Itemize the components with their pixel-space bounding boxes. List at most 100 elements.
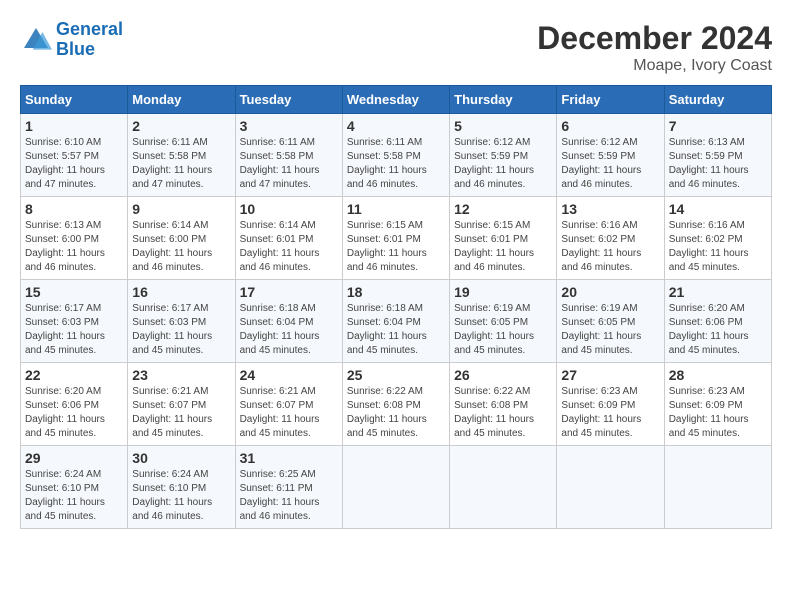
calendar-day-cell <box>342 446 449 529</box>
day-number: 4 <box>347 118 445 134</box>
day-info: Sunrise: 6:12 AM Sunset: 5:59 PM Dayligh… <box>561 136 659 192</box>
day-info: Sunrise: 6:20 AM Sunset: 6:06 PM Dayligh… <box>669 302 767 358</box>
day-info: Sunrise: 6:15 AM Sunset: 6:01 PM Dayligh… <box>347 219 445 275</box>
day-number: 6 <box>561 118 659 134</box>
calendar-day-cell: 14Sunrise: 6:16 AM Sunset: 6:02 PM Dayli… <box>664 197 771 280</box>
day-info: Sunrise: 6:19 AM Sunset: 6:05 PM Dayligh… <box>561 302 659 358</box>
day-number: 28 <box>669 367 767 383</box>
calendar-day-cell: 18Sunrise: 6:18 AM Sunset: 6:04 PM Dayli… <box>342 280 449 363</box>
day-number: 25 <box>347 367 445 383</box>
calendar-week-row: 29 Sunrise: 6:24 AM Sunset: 6:10 PM Dayli… <box>21 446 772 529</box>
day-info: Sunrise: 6:17 AM Sunset: 6:03 PM Dayligh… <box>25 302 123 358</box>
day-number: 10 <box>240 201 338 217</box>
calendar-day-cell: 10 Sunrise: 6:14 AM Sunset: 6:01 PM Dayli… <box>235 197 342 280</box>
day-number: 5 <box>454 118 552 134</box>
day-number: 17 <box>240 284 338 300</box>
calendar-day-cell: 30 Sunrise: 6:24 AM Sunset: 6:10 PM Dayli… <box>128 446 235 529</box>
day-info: Sunrise: 6:20 AM Sunset: 6:06 PM Dayligh… <box>25 385 123 441</box>
calendar-weekday-header: Sunday <box>21 86 128 114</box>
day-number: 22 <box>25 367 123 383</box>
day-info: Sunrise: 6:23 AM Sunset: 6:09 PM Dayligh… <box>561 385 659 441</box>
title-area: December 2024 Moape, Ivory Coast <box>537 20 772 75</box>
day-number: 3 <box>240 118 338 134</box>
day-number: 23 <box>132 367 230 383</box>
logo-text: General Blue <box>56 20 123 60</box>
day-info: Sunrise: 6:21 AM Sunset: 6:07 PM Dayligh… <box>132 385 230 441</box>
day-number: 24 <box>240 367 338 383</box>
calendar-day-cell: 31Sunrise: 6:25 AM Sunset: 6:11 PM Dayli… <box>235 446 342 529</box>
day-number: 2 <box>132 118 230 134</box>
header: General Blue December 2024 Moape, Ivory … <box>20 20 772 75</box>
calendar-day-cell: 3 Sunrise: 6:11 AM Sunset: 5:58 PM Daylig… <box>235 114 342 197</box>
day-info: Sunrise: 6:12 AM Sunset: 5:59 PM Dayligh… <box>454 136 552 192</box>
logo: General Blue <box>20 20 123 60</box>
day-number: 30 <box>132 450 230 466</box>
calendar-day-cell: 5 Sunrise: 6:12 AM Sunset: 5:59 PM Daylig… <box>450 114 557 197</box>
calendar-day-cell: 25 Sunrise: 6:22 AM Sunset: 6:08 PM Dayli… <box>342 363 449 446</box>
day-number: 21 <box>669 284 767 300</box>
calendar-day-cell: 20 Sunrise: 6:19 AM Sunset: 6:05 PM Dayli… <box>557 280 664 363</box>
calendar-week-row: 22 Sunrise: 6:20 AM Sunset: 6:06 PM Dayli… <box>21 363 772 446</box>
calendar-day-cell: 6 Sunrise: 6:12 AM Sunset: 5:59 PM Daylig… <box>557 114 664 197</box>
calendar-week-row: 15 Sunrise: 6:17 AM Sunset: 6:03 PM Dayli… <box>21 280 772 363</box>
day-number: 29 <box>25 450 123 466</box>
day-number: 13 <box>561 201 659 217</box>
day-info: Sunrise: 6:25 AM Sunset: 6:11 PM Dayligh… <box>240 468 338 524</box>
day-number: 14 <box>669 201 767 217</box>
calendar-day-cell: 21 Sunrise: 6:20 AM Sunset: 6:06 PM Dayli… <box>664 280 771 363</box>
day-info: Sunrise: 6:16 AM Sunset: 6:02 PM Dayligh… <box>561 219 659 275</box>
day-number: 12 <box>454 201 552 217</box>
logo-icon <box>20 24 52 56</box>
calendar-day-cell <box>557 446 664 529</box>
page-subtitle: Moape, Ivory Coast <box>537 57 772 75</box>
calendar-day-cell: 9 Sunrise: 6:14 AM Sunset: 6:00 PM Daylig… <box>128 197 235 280</box>
day-number: 9 <box>132 201 230 217</box>
day-number: 26 <box>454 367 552 383</box>
day-info: Sunrise: 6:22 AM Sunset: 6:08 PM Dayligh… <box>454 385 552 441</box>
calendar-day-cell: 2 Sunrise: 6:11 AM Sunset: 5:58 PM Daylig… <box>128 114 235 197</box>
calendar-weekday-header: Tuesday <box>235 86 342 114</box>
calendar-day-cell: 12 Sunrise: 6:15 AM Sunset: 6:01 PM Dayli… <box>450 197 557 280</box>
day-info: Sunrise: 6:14 AM Sunset: 6:00 PM Dayligh… <box>132 219 230 275</box>
calendar-week-row: 8Sunrise: 6:13 AM Sunset: 6:00 PM Daylig… <box>21 197 772 280</box>
day-number: 15 <box>25 284 123 300</box>
calendar-day-cell: 16Sunrise: 6:17 AM Sunset: 6:03 PM Dayli… <box>128 280 235 363</box>
day-info: Sunrise: 6:22 AM Sunset: 6:08 PM Dayligh… <box>347 385 445 441</box>
calendar-day-cell: 24Sunrise: 6:21 AM Sunset: 6:07 PM Dayli… <box>235 363 342 446</box>
day-info: Sunrise: 6:11 AM Sunset: 5:58 PM Dayligh… <box>347 136 445 192</box>
calendar-day-cell: 26 Sunrise: 6:22 AM Sunset: 6:08 PM Dayli… <box>450 363 557 446</box>
day-info: Sunrise: 6:11 AM Sunset: 5:58 PM Dayligh… <box>132 136 230 192</box>
day-number: 11 <box>347 201 445 217</box>
day-info: Sunrise: 6:14 AM Sunset: 6:01 PM Dayligh… <box>240 219 338 275</box>
calendar-day-cell: 17 Sunrise: 6:18 AM Sunset: 6:04 PM Dayli… <box>235 280 342 363</box>
calendar-weekday-header: Friday <box>557 86 664 114</box>
day-number: 20 <box>561 284 659 300</box>
calendar-day-cell: 4 Sunrise: 6:11 AM Sunset: 5:58 PM Daylig… <box>342 114 449 197</box>
day-info: Sunrise: 6:15 AM Sunset: 6:01 PM Dayligh… <box>454 219 552 275</box>
calendar-day-cell: 7 Sunrise: 6:13 AM Sunset: 5:59 PM Daylig… <box>664 114 771 197</box>
calendar-day-cell: 11 Sunrise: 6:15 AM Sunset: 6:01 PM Dayli… <box>342 197 449 280</box>
calendar-weekday-header: Thursday <box>450 86 557 114</box>
day-info: Sunrise: 6:11 AM Sunset: 5:58 PM Dayligh… <box>240 136 338 192</box>
calendar-weekday-header: Wednesday <box>342 86 449 114</box>
day-number: 1 <box>25 118 123 134</box>
day-number: 7 <box>669 118 767 134</box>
day-info: Sunrise: 6:18 AM Sunset: 6:04 PM Dayligh… <box>240 302 338 358</box>
day-number: 27 <box>561 367 659 383</box>
page-title: December 2024 <box>537 20 772 57</box>
day-info: Sunrise: 6:24 AM Sunset: 6:10 PM Dayligh… <box>132 468 230 524</box>
day-info: Sunrise: 6:17 AM Sunset: 6:03 PM Dayligh… <box>132 302 230 358</box>
logo-line2: Blue <box>56 40 123 60</box>
calendar-week-row: 1 Sunrise: 6:10 AM Sunset: 5:57 PM Daylig… <box>21 114 772 197</box>
day-info: Sunrise: 6:19 AM Sunset: 6:05 PM Dayligh… <box>454 302 552 358</box>
calendar-body: 1 Sunrise: 6:10 AM Sunset: 5:57 PM Daylig… <box>21 114 772 529</box>
calendar-day-cell: 8Sunrise: 6:13 AM Sunset: 6:00 PM Daylig… <box>21 197 128 280</box>
day-info: Sunrise: 6:13 AM Sunset: 5:59 PM Dayligh… <box>669 136 767 192</box>
day-info: Sunrise: 6:23 AM Sunset: 6:09 PM Dayligh… <box>669 385 767 441</box>
calendar-day-cell: 22 Sunrise: 6:20 AM Sunset: 6:06 PM Dayli… <box>21 363 128 446</box>
calendar-header-row: SundayMondayTuesdayWednesdayThursdayFrid… <box>21 86 772 114</box>
calendar-table: SundayMondayTuesdayWednesdayThursdayFrid… <box>20 85 772 529</box>
day-number: 8 <box>25 201 123 217</box>
day-info: Sunrise: 6:10 AM Sunset: 5:57 PM Dayligh… <box>25 136 123 192</box>
calendar-day-cell: 19Sunrise: 6:19 AM Sunset: 6:05 PM Dayli… <box>450 280 557 363</box>
